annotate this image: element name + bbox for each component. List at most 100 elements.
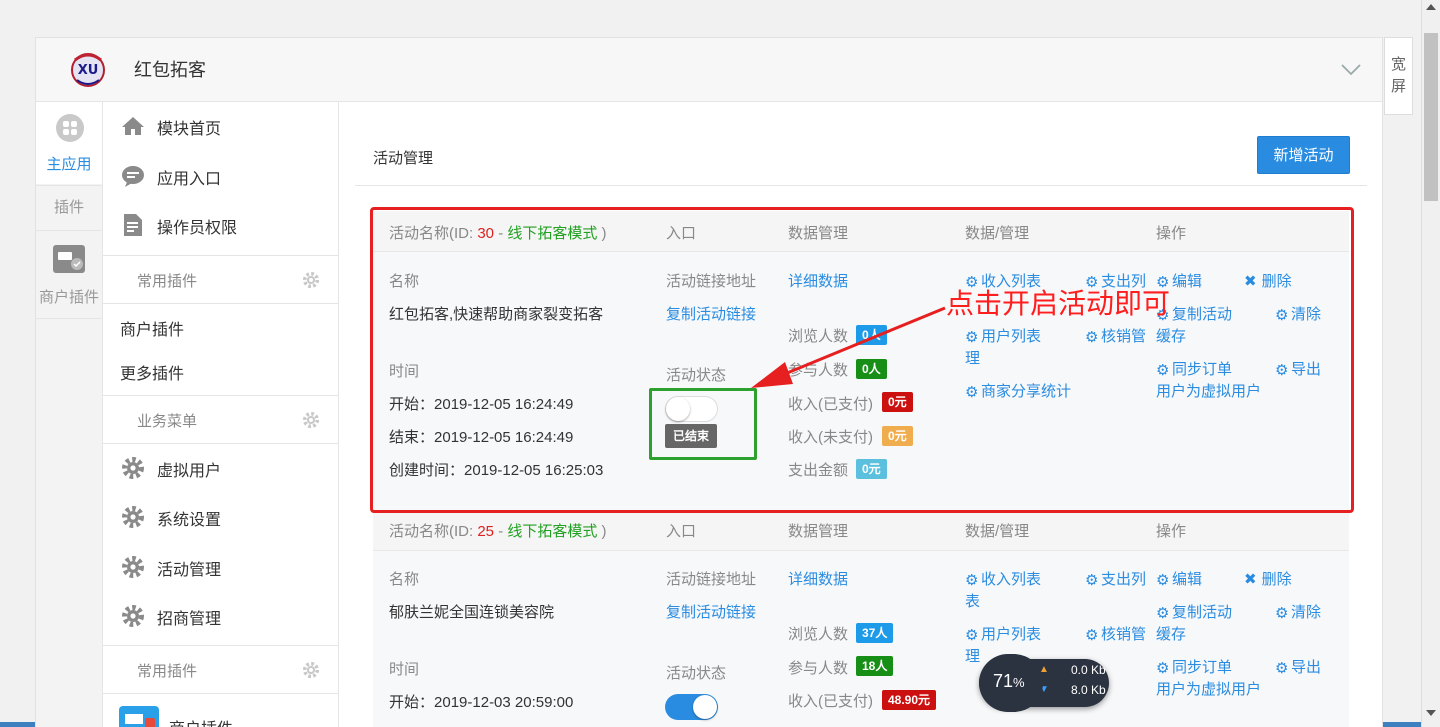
gear-icon[interactable] xyxy=(302,271,320,289)
rail-main-label: 主应用 xyxy=(46,156,92,173)
app-header xyxy=(36,38,1382,102)
menu-item-merchant-plugins[interactable]: 商户插件 xyxy=(120,316,184,340)
payout-list-label: 支出列 xyxy=(1101,571,1147,588)
page-scrollbar[interactable] xyxy=(1421,0,1440,727)
wide-screen-button[interactable]: 宽 屏 xyxy=(1384,37,1413,115)
delete-label: 删除 xyxy=(1261,571,1292,588)
menu-item-label: 商户插件 xyxy=(169,715,233,727)
menu-item-merchant-recruitment[interactable]: 招商管理 xyxy=(103,592,338,640)
start-value: 2019-12-03 20:59:00 xyxy=(434,694,574,711)
rail-plugins[interactable]: 插件 xyxy=(36,185,102,231)
menu-group-common-plugins: 常用插件 xyxy=(103,255,338,304)
rail-plugins-label: 插件 xyxy=(53,199,84,216)
copy-activity-link[interactable]: ⚙ 复制活动 xyxy=(1156,601,1232,622)
copy-link-button[interactable]: 复制活动链接 xyxy=(666,601,756,622)
menu-item-system-settings[interactable]: 系统设置 xyxy=(103,493,338,541)
dash: - xyxy=(494,523,508,540)
document-icon xyxy=(124,214,142,236)
rail-main-app[interactable]: 主应用 xyxy=(36,102,102,184)
activity-name-prefix: 活动名称(ID: xyxy=(389,523,478,540)
start-time: 开始：2019-12-03 20:59:00 xyxy=(389,691,573,712)
activity-title-line: 活动名称(ID: 25 - 线下拓客模式 ) xyxy=(389,520,607,541)
menu-item-app-entry[interactable]: 应用入口 xyxy=(103,152,338,200)
sync-wrap[interactable]: 用户为虚拟用户 xyxy=(1156,678,1261,699)
clear-link[interactable]: ⚙ 清除 xyxy=(1275,601,1321,622)
activity-mode: 线下拓客模式 xyxy=(507,523,598,540)
gear-icon: ⚙ xyxy=(1156,572,1170,589)
edit-link[interactable]: ⚙ 编辑 xyxy=(1156,568,1202,589)
home-icon xyxy=(122,117,144,135)
redeem-mgmt-link[interactable]: ⚙ 核销管 xyxy=(1085,623,1146,644)
clear-label: 清除 xyxy=(1291,604,1322,621)
annotation-status-box xyxy=(649,388,757,460)
user-list-wrap[interactable]: 理 xyxy=(965,645,980,666)
income-list-link[interactable]: ⚙ 收入列表 xyxy=(965,568,1041,589)
cache-wrap[interactable]: 缓存 xyxy=(1156,623,1186,644)
gear-icon xyxy=(122,457,144,479)
activity-status-toggle[interactable] xyxy=(665,694,718,720)
close-icon: ✖ xyxy=(1244,571,1257,588)
apps-grid-icon xyxy=(56,114,84,142)
gear-icon[interactable] xyxy=(302,661,320,679)
gear-icon: ⚙ xyxy=(1156,605,1170,622)
gear-icon xyxy=(122,506,144,528)
column-ops: 操作 xyxy=(1156,523,1187,540)
scroll-down-arrow-icon[interactable] xyxy=(1426,710,1436,716)
edit-label: 编辑 xyxy=(1172,571,1203,588)
gear-icon[interactable] xyxy=(302,411,320,429)
menu-item-label: 虚拟用户 xyxy=(157,463,222,480)
participants-label: 参与人数 xyxy=(788,660,849,677)
merchant-plugin-icon xyxy=(119,706,159,727)
scroll-up-arrow-icon[interactable] xyxy=(1426,4,1436,10)
status-label: 活动状态 xyxy=(666,665,727,682)
toggle-knob xyxy=(693,695,717,719)
delete-link[interactable]: ✖ 删除 xyxy=(1244,568,1292,589)
user-list-link[interactable]: ⚙ 用户列表 xyxy=(965,623,1041,644)
cpu-usage: 71% xyxy=(993,671,1025,692)
detail-data-link[interactable]: 详细数据 xyxy=(788,568,848,589)
activity-id: 25 xyxy=(477,523,495,540)
column-entry: 入口 xyxy=(666,523,697,540)
side-menu: 模块首页 应用入口 操作员权限 常用插件 商户插件 更多插件 业务菜单 虚拟用户… xyxy=(103,102,339,727)
new-activity-button[interactable]: 新增活动 xyxy=(1257,136,1350,174)
menu-item-module-home[interactable]: 模块首页 xyxy=(103,102,338,150)
menu-item-merchant-plugins-2[interactable]: 商户插件 xyxy=(103,702,338,727)
wide-screen-label-1: 宽 xyxy=(1390,56,1406,73)
start-prefix: 开始： xyxy=(389,694,435,711)
svg-text:XU: XU xyxy=(78,63,99,78)
sync-orders-link[interactable]: ⚙ 同步订单 xyxy=(1156,656,1232,677)
user-list-label: 用户列表 xyxy=(981,626,1042,643)
menu-item-label: 模块首页 xyxy=(157,121,222,138)
merchant-card-icon xyxy=(53,245,85,273)
views-label: 浏览人数 xyxy=(788,626,849,643)
menu-item-activity-management[interactable]: 活动管理 xyxy=(103,543,338,591)
export-label: 导出 xyxy=(1291,659,1322,676)
gear-icon: ⚙ xyxy=(1085,572,1099,589)
app-title: 红包拓客 xyxy=(134,60,206,80)
scroll-thumb[interactable] xyxy=(1424,33,1438,201)
income-list-wrap[interactable]: 表 xyxy=(965,590,980,611)
menu-item-label: 应用入口 xyxy=(157,171,222,188)
export-link[interactable]: ⚙ 导出 xyxy=(1275,656,1321,677)
column-data-mgmt: 数据管理 xyxy=(788,523,849,540)
wide-screen-label-2: 屏 xyxy=(1390,78,1406,95)
chat-bubble-icon xyxy=(122,166,144,187)
gear-icon: ⚙ xyxy=(1275,660,1289,677)
menu-item-more-plugins[interactable]: 更多插件 xyxy=(120,360,184,384)
paren-close: ) xyxy=(597,523,607,540)
cpu-usage-circle[interactable]: 71% xyxy=(979,654,1043,712)
icon-rail: 主应用 插件 商户插件 xyxy=(36,102,103,727)
cpu-unit: % xyxy=(1013,675,1025,690)
payout-list-link[interactable]: ⚙ 支出列 xyxy=(1085,568,1146,589)
rail-merchant-plugins[interactable]: 商户插件 xyxy=(36,230,102,319)
menu-item-virtual-users[interactable]: 虚拟用户 xyxy=(103,444,338,492)
gear-icon xyxy=(122,605,144,627)
participants-badge: 18人 xyxy=(856,656,894,676)
gear-icon: ⚙ xyxy=(1156,660,1170,677)
menu-item-label: 招商管理 xyxy=(157,611,222,628)
menu-group-common-plugins-2: 常用插件 xyxy=(103,645,338,694)
menu-item-label: 活动管理 xyxy=(157,562,222,579)
chevron-down-icon[interactable] xyxy=(1340,58,1362,80)
gear-icon: ⚙ xyxy=(1085,627,1099,644)
menu-item-operator-permissions[interactable]: 操作员权限 xyxy=(103,201,338,249)
